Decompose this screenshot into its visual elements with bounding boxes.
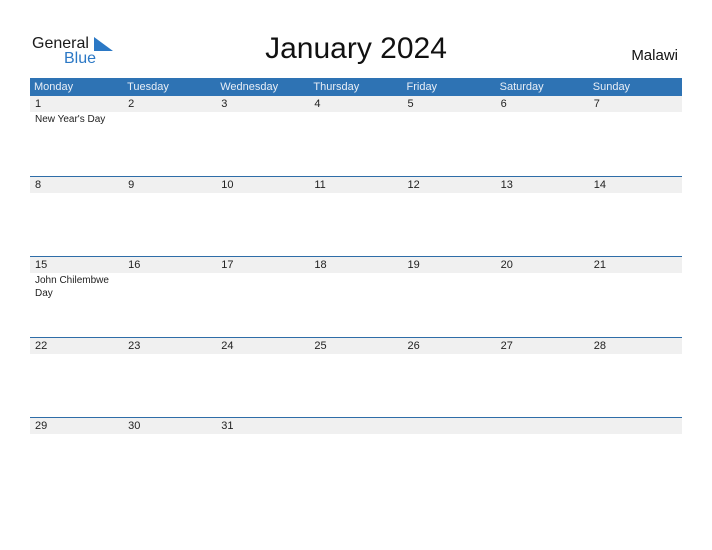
day-number: 19 (407, 259, 420, 271)
page-title: January 2024 (265, 32, 447, 65)
weekday-label: Sunday (592, 81, 631, 93)
day-number: 17 (221, 259, 234, 271)
event-row: New Year's Day (30, 112, 682, 126)
event-row (30, 434, 682, 435)
date-row: 8 9 10 11 12 13 14 (30, 176, 682, 193)
day-number: 11 (314, 178, 326, 191)
holiday-label (589, 112, 682, 126)
day-number: 29 (35, 420, 48, 432)
date-row: 1 2 3 4 5 6 7 (30, 96, 682, 112)
day-number: 23 (128, 339, 141, 352)
holiday-label (123, 354, 216, 355)
holiday-label (403, 434, 496, 435)
week-row: 22 23 24 25 26 27 28 (30, 336, 682, 418)
day-number: 8 (35, 178, 42, 191)
date-row: 15 16 17 18 19 20 21 (30, 257, 682, 273)
day-number: 15 (35, 259, 48, 271)
event-row (30, 354, 682, 355)
holiday-label (216, 112, 309, 126)
holiday-label (403, 193, 496, 194)
holiday-label (30, 354, 123, 355)
holiday-label (403, 354, 496, 355)
day-number: 12 (407, 178, 420, 191)
holiday-label (309, 273, 402, 300)
date-row: 29 30 31 (30, 418, 682, 434)
holiday-label (123, 112, 216, 126)
holiday-label (589, 273, 682, 300)
holiday-label (589, 193, 682, 194)
holiday-label (496, 434, 589, 435)
day-number: 18 (314, 259, 327, 271)
weekday-label: Monday (34, 81, 74, 93)
day-number: 25 (314, 339, 327, 352)
holiday-label (30, 434, 123, 435)
day-number: 3 (221, 98, 228, 110)
holiday-label (496, 193, 589, 194)
event-row (30, 193, 682, 194)
day-number: 26 (407, 339, 420, 352)
holiday-label (123, 193, 216, 194)
day-number (309, 418, 402, 434)
holiday-label (216, 193, 309, 194)
weekday-label: Wednesday (220, 81, 279, 93)
event-row: John Chilembwe Day (30, 273, 682, 300)
weekday-header: Monday Tuesday Wednesday Thursday Friday… (30, 78, 682, 96)
holiday-label (30, 193, 123, 194)
holiday-label (123, 434, 216, 435)
day-number: 27 (500, 339, 513, 352)
holiday-label (496, 273, 589, 300)
holiday-label (123, 273, 216, 300)
week-row: 1 2 3 4 5 6 7 New Year's Day (30, 96, 682, 176)
holiday-label (403, 273, 496, 300)
date-row: 22 23 24 25 26 27 28 (30, 337, 682, 354)
week-row: 15 16 17 18 19 20 21 John Chilembwe Day (30, 256, 682, 337)
holiday-label: New Year's Day (35, 114, 106, 125)
holiday-label (589, 434, 682, 435)
weekday-label: Friday (406, 81, 438, 93)
week-row: 8 9 10 11 12 13 14 (30, 175, 682, 257)
day-number: 6 (500, 98, 507, 110)
day-number: 21 (593, 259, 606, 271)
week-row: 29 30 31 (30, 417, 682, 498)
day-number: 2 (128, 98, 135, 110)
holiday-label (216, 354, 309, 355)
weekday-label: Saturday (499, 81, 544, 93)
day-number (403, 418, 496, 434)
calendar-grid: Monday Tuesday Wednesday Thursday Friday… (30, 78, 682, 498)
country-label: Malawi (631, 47, 678, 64)
holiday-label (496, 354, 589, 355)
day-number: 24 (221, 339, 234, 352)
weekday-label: Thursday (313, 81, 360, 93)
holiday-label (309, 112, 402, 126)
holiday-label (309, 434, 402, 435)
holiday-label (309, 193, 402, 194)
weekday-label: Tuesday (127, 81, 169, 93)
day-number: 20 (500, 259, 513, 271)
day-number: 22 (35, 339, 48, 352)
day-number: 9 (128, 178, 135, 191)
day-number: 10 (221, 178, 234, 191)
day-number: 16 (128, 259, 141, 271)
day-number (496, 418, 589, 434)
holiday-label: John Chilembwe Day (35, 275, 109, 299)
day-number: 1 (35, 98, 42, 110)
day-number (589, 418, 682, 434)
day-number: 7 (593, 98, 600, 110)
holiday-label (589, 354, 682, 355)
day-number: 14 (593, 178, 606, 191)
day-number: 31 (221, 420, 234, 432)
day-number: 13 (500, 178, 513, 191)
holiday-label (403, 112, 496, 126)
day-number: 28 (593, 339, 606, 352)
day-number: 30 (128, 420, 141, 432)
holiday-label (216, 273, 309, 300)
holiday-label (216, 434, 309, 435)
weeks-container: 1 2 3 4 5 6 7 New Year's Day 8 9 10 11 12 13 14 15 16 17 1… (30, 96, 682, 498)
day-number: 5 (407, 98, 414, 110)
holiday-label (309, 354, 402, 355)
holiday-label (496, 112, 589, 126)
day-number: 4 (314, 98, 321, 110)
